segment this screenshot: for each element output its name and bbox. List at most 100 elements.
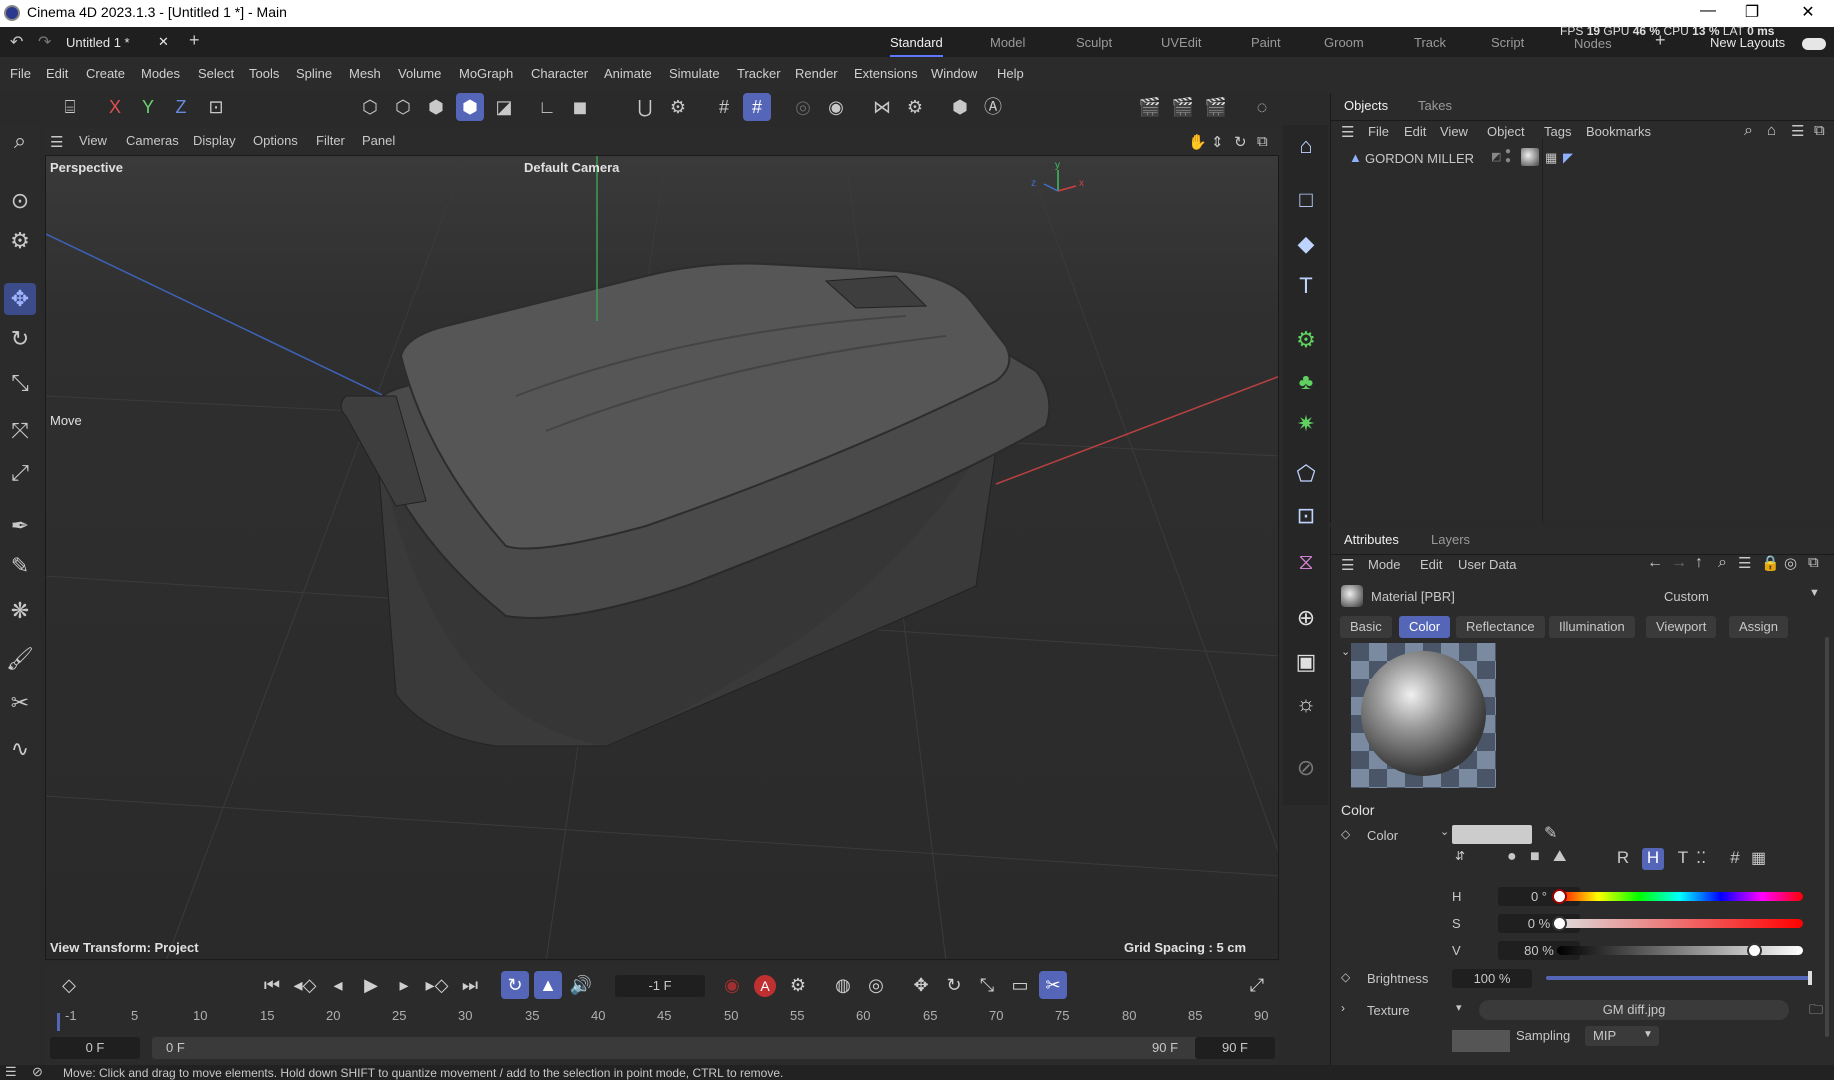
selection-tool-icon[interactable]: ⊙ [4, 185, 36, 217]
search-icon[interactable]: ⌕ [4, 125, 36, 157]
material-tag-icon[interactable] [1521, 148, 1539, 166]
redshift-icon[interactable]: ◌ [1248, 93, 1276, 121]
menu-modes[interactable]: Modes [141, 66, 180, 81]
key-position-icon[interactable]: ◍ [829, 971, 857, 999]
coordinate-system-icon[interactable]: ⊡ [202, 93, 230, 121]
value-slider-handle[interactable] [1746, 943, 1762, 958]
menu-create[interactable]: Create [86, 66, 125, 81]
timeline-window-icon[interactable]: ⤢ [1243, 971, 1271, 999]
uv-mode-icon[interactable]: ◪ [490, 93, 518, 121]
new-attributes-window-icon[interactable]: ⧉ [1808, 554, 1819, 571]
layout-tab-script[interactable]: Script [1491, 35, 1524, 50]
menu-character[interactable]: Character [531, 66, 588, 81]
folder-icon[interactable]: 🗀 [1809, 999, 1823, 1023]
objects-menu-view[interactable]: View [1440, 124, 1468, 139]
viewport-menu-filter[interactable]: Filter [316, 133, 345, 148]
keyframe-settings-icon[interactable]: ⚙ [784, 971, 812, 999]
menu-file[interactable]: File [10, 66, 31, 81]
end-frame-field[interactable]: 90 F [1195, 1037, 1275, 1059]
texture-dropdown-icon[interactable]: ▾ [1456, 1001, 1462, 1014]
close-button[interactable]: ✕ [1788, 2, 1828, 24]
menu-mograph[interactable]: MoGraph [459, 66, 513, 81]
deformer-icon[interactable]: ✷ [1291, 409, 1321, 439]
grid-snap-icon[interactable]: # [710, 93, 738, 121]
undo-icon[interactable]: ↶ [10, 32, 23, 52]
tab-attributes[interactable]: Attributes [1344, 532, 1399, 547]
image-picker-icon[interactable]: ⛰ [1553, 848, 1566, 866]
tab-layers[interactable]: Layers [1431, 532, 1470, 547]
minimize-button[interactable]: — [1688, 2, 1728, 24]
cloner-object-icon[interactable]: ♣ [1291, 367, 1321, 397]
subtab-color[interactable]: Color [1399, 616, 1451, 638]
texture-file-field[interactable]: GM diff.jpg [1479, 1000, 1789, 1020]
solo-icon[interactable]: ◼ [566, 93, 594, 121]
close-tab-icon[interactable]: ✕ [158, 34, 169, 50]
search-objects-icon[interactable]: ⌕ [1744, 122, 1753, 140]
menu-simulate[interactable]: Simulate [669, 66, 720, 81]
swatches-icon[interactable]: ▦ [1751, 848, 1766, 868]
brightness-slider[interactable] [1546, 971, 1812, 985]
restore-button[interactable]: ❐ [1732, 2, 1772, 24]
y-axis-button[interactable]: Y [134, 93, 162, 121]
color-expand-chevron-icon[interactable]: ⌄ [1440, 825, 1449, 838]
rotate-tool-icon[interactable]: ↻ [4, 323, 36, 355]
brush-icon[interactable]: 🖌 [4, 643, 36, 675]
key-rotation-icon[interactable]: ◎ [862, 971, 890, 999]
text-object-icon[interactable]: T [1291, 271, 1321, 301]
layout-tab-nodes[interactable]: Nodes [1574, 36, 1612, 51]
objects-menu-object[interactable]: Object [1487, 124, 1525, 139]
spline-sketch-icon[interactable]: ✎ [4, 550, 36, 582]
viewport[interactable]: Perspective Default Camera z y x Move Vi… [45, 155, 1279, 960]
subtab-assign[interactable]: Assign [1729, 616, 1789, 638]
dolly-view-icon[interactable]: ⇕ [1211, 133, 1224, 151]
layout-tab-track[interactable]: Track [1414, 35, 1446, 50]
menu-tools[interactable]: Tools [249, 66, 279, 81]
go-to-end-icon[interactable]: ⏭ [456, 971, 484, 999]
next-key-icon[interactable]: ▸◇ [423, 971, 451, 999]
objects-menu-bookmarks[interactable]: Bookmarks [1586, 124, 1651, 139]
attributes-scrollbar[interactable] [1825, 637, 1829, 1037]
autokey-timeline-icon[interactable]: ▲ [534, 971, 562, 999]
subtab-viewport[interactable]: Viewport [1646, 616, 1717, 638]
spectrum-picker-icon[interactable]: ■ [1530, 848, 1540, 866]
forward-arrow-icon[interactable]: → [1671, 554, 1687, 572]
menu-edit[interactable]: Edit [46, 66, 68, 81]
viewport-menu-icon[interactable]: ☰ [50, 133, 63, 151]
texture-expand-icon[interactable]: › [1341, 1001, 1345, 1015]
tab-takes[interactable]: Takes [1418, 98, 1452, 113]
null-object-icon[interactable]: □ [1291, 185, 1321, 215]
status-menu-icon[interactable]: ☰ [5, 1064, 17, 1080]
start-frame-field[interactable]: 0 F [50, 1037, 140, 1059]
field-icon[interactable]: ⬠ [1291, 459, 1321, 489]
loop-icon[interactable]: ↻ [501, 971, 529, 999]
search-attributes-icon[interactable]: ⌕ [1718, 554, 1727, 572]
layout-tab-groom[interactable]: Groom [1324, 35, 1364, 50]
layout-tab-model[interactable]: Model [990, 35, 1025, 50]
saturation-slider[interactable] [1552, 916, 1803, 931]
lock-icon[interactable]: 🔒 [1761, 554, 1780, 572]
next-frame-icon[interactable]: ▸ [390, 971, 418, 999]
scene-icon[interactable]: ⊡ [1291, 501, 1321, 531]
workplane-snap-icon[interactable]: # [743, 93, 771, 121]
render-settings-icon[interactable]: 🎬 [1202, 93, 1230, 121]
status-help-icon[interactable]: ⊘ [32, 1064, 43, 1080]
cube-object-icon[interactable]: ◆ [1291, 229, 1321, 259]
pan-view-icon[interactable]: ✋ [1188, 133, 1207, 151]
key-rotate-icon[interactable]: ↻ [940, 971, 968, 999]
value-slider[interactable] [1557, 943, 1803, 958]
menu-animate[interactable]: Animate [604, 66, 652, 81]
edges-mode-icon[interactable]: ⬡ [389, 93, 417, 121]
subtab-reflectance[interactable]: Reflectance [1456, 616, 1545, 638]
add-tab-icon[interactable]: + [189, 30, 200, 51]
brightness-input[interactable]: 100 % [1452, 969, 1532, 988]
menu-tracker[interactable]: Tracker [737, 66, 781, 81]
layout-tab-standard[interactable]: Standard [890, 35, 943, 57]
previous-frame-icon[interactable]: ◂ [324, 971, 352, 999]
attributes-menu-user-data[interactable]: User Data [1458, 557, 1517, 572]
attributes-menu-mode[interactable]: Mode [1368, 557, 1401, 572]
subdivision-icon[interactable]: ⚙ [1291, 325, 1321, 355]
visibility-dots-icon[interactable]: ● ● [1505, 147, 1511, 166]
scale-transfer-icon[interactable]: ⤢ [4, 457, 36, 489]
object-name[interactable]: GORDON MILLER [1365, 151, 1474, 166]
new-layouts-label[interactable]: New Layouts [1710, 35, 1785, 50]
